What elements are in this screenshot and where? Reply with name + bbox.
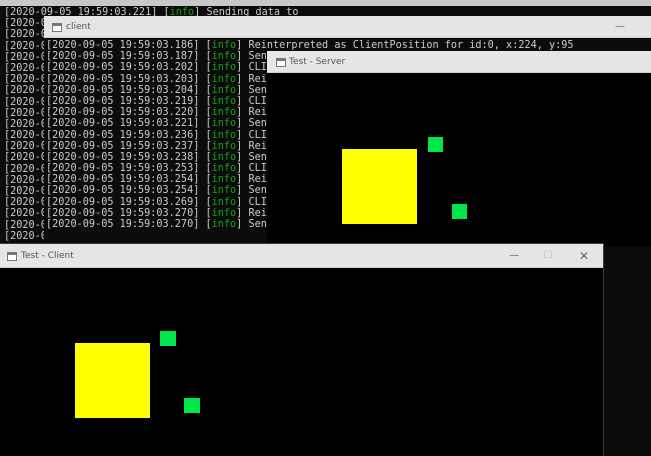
client-console-title: client [66, 21, 91, 32]
log-timestamp: [2020-09-05 19:59:03.221] [46, 118, 200, 130]
maximize-icon[interactable]: ☐ [531, 244, 565, 267]
log-timestamp: [2020-0 [4, 107, 47, 119]
log-timestamp: [2020-09-05 19:59:03.220] [46, 107, 200, 119]
log-timestamp: [2020-09-05 19:59:03.187] [46, 51, 200, 63]
close-icon[interactable]: ✕ [567, 244, 601, 267]
log-timestamp: [2020-09-05 19:59:03.254] [46, 174, 200, 186]
log-level: info [211, 62, 237, 74]
log-level: info [211, 185, 237, 197]
log-timestamp: [2020-0 [4, 29, 47, 41]
log-timestamp: [2020-0 [4, 141, 47, 153]
log-level: info [211, 84, 237, 96]
log-timestamp: [2020-0 [4, 208, 47, 220]
log-timestamp: [2020-0 [4, 219, 47, 231]
log-timestamp: [2020-09-05 19:59:03.202] [46, 62, 200, 74]
log-timestamp: [2020-0 [4, 118, 47, 130]
log-level: info [211, 107, 237, 119]
log-level: info [211, 95, 237, 107]
log-level: info [211, 151, 237, 163]
server-window[interactable]: Test - Server [267, 51, 651, 246]
log-timestamp: [2020-09-05 19:59:03.236] [46, 129, 200, 141]
log-level: info [211, 174, 237, 186]
minimize-icon[interactable]: — [497, 244, 531, 267]
log-timestamp: [2020-0 [4, 197, 47, 209]
client-titlebar[interactable]: Test - Client — ☐ ✕ [0, 244, 603, 268]
top-edge [0, 0, 651, 6]
log-timestamp: [2020-09-05 19:59:03.219] [46, 95, 200, 107]
peer-square [452, 204, 467, 219]
log-level: info [211, 40, 237, 51]
log-level: info [211, 140, 237, 152]
log-timestamp: [2020-09-05 19:59:03.270] [46, 219, 200, 230]
log-level: info [211, 207, 237, 219]
client-console-titlebar[interactable]: client — [44, 16, 651, 38]
log-timestamp: [2020-09-05 19:59:03.204] [46, 84, 200, 96]
log-timestamp: [2020-0 [4, 74, 47, 86]
minimize-icon[interactable]: — [603, 16, 637, 37]
log-timestamp: [2020-0 [4, 130, 47, 142]
log-level: info [211, 219, 237, 230]
log-timestamp: [2020-09-05 19:59:03.237] [46, 140, 200, 152]
log-level: info [211, 163, 237, 175]
log-message: Reinterpreted as ClientPosition for id:0… [248, 40, 574, 51]
log-timestamp: [2020-0 [4, 40, 47, 52]
log-timestamp: [2020-0 [4, 174, 47, 186]
log-timestamp: [2020-09-05 19:59:03.238] [46, 151, 200, 163]
log-timestamp: [2020-0 [4, 96, 47, 108]
player-square [342, 149, 417, 224]
peer-square [428, 137, 443, 152]
server-titlebar[interactable]: Test - Server [267, 51, 651, 73]
client-canvas[interactable] [0, 268, 603, 456]
log-level: info [211, 73, 237, 85]
server-window-title: Test - Server [289, 56, 346, 67]
window-app-icon [7, 251, 17, 261]
peer-square [184, 398, 200, 413]
log-timestamp: [2020-0 [4, 85, 47, 97]
log-timestamp: [2020-0 [4, 62, 47, 74]
log-timestamp: [2020-09-05 19:59:03.254] [46, 185, 200, 197]
log-level: info [211, 118, 237, 130]
log-level: info [211, 51, 237, 63]
log-timestamp: [2020-0 [4, 163, 47, 175]
player-square [75, 343, 150, 418]
log-timestamp: [2020-09-05 19:59:03.269] [46, 196, 200, 208]
log-level: info [211, 196, 237, 208]
client-window[interactable]: Test - Client — ☐ ✕ [0, 244, 603, 456]
log-timestamp: [2020-09-05 19:59:03.203] [46, 73, 200, 85]
console-app-icon [52, 22, 62, 32]
log-timestamp: [2020-09-05 19:59:03.270] [46, 207, 200, 219]
log-timestamp: [2020-0 [4, 51, 47, 63]
server-canvas[interactable] [267, 73, 651, 246]
window-app-icon [276, 57, 286, 67]
log-timestamp: [2020-0 [4, 186, 47, 197]
peer-square [160, 331, 176, 346]
client-window-title: Test - Client [21, 250, 74, 261]
log-timestamp: [2020-0 [4, 18, 47, 30]
log-line: [2020-09-05 19:59:03.186] [info] Reinter… [46, 40, 574, 51]
log-timestamp: [2020-0 [4, 230, 47, 242]
log-timestamp: [2020-09-05 19:59:03.186] [46, 40, 200, 51]
log-timestamp: [2020-09-05 19:59:03.253] [46, 163, 200, 175]
log-timestamp: [2020-0 [4, 152, 47, 164]
log-level: info [211, 129, 237, 141]
